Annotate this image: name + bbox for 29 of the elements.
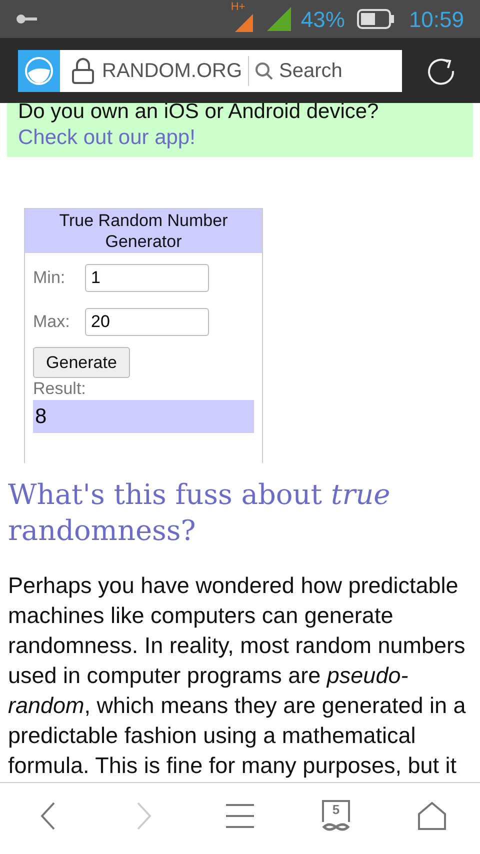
reload-icon[interactable] (426, 56, 456, 86)
menu-icon[interactable] (226, 802, 254, 828)
app-link[interactable]: Check out our app! (18, 124, 196, 152)
result-label: Result: (33, 378, 87, 400)
key-icon (16, 14, 38, 24)
network-type: H+ (230, 2, 246, 13)
lock-icon (72, 58, 94, 84)
number-field[interactable]: 20 (85, 308, 209, 336)
widget-title: True Random Number Generator (25, 209, 262, 253)
battery-percent: 43% (300, 6, 345, 34)
section-heading: What's this fuss about true randomness? (8, 477, 392, 549)
signal-icon (266, 7, 291, 31)
mask-icon (322, 822, 350, 832)
generate-button[interactable]: Generate (33, 347, 130, 378)
field-label: Min: (33, 267, 66, 290)
banner-text: Do you own an iOS or Android device? (18, 103, 380, 124)
search-icon (255, 62, 273, 80)
clock: 10:59 (408, 6, 464, 34)
site-domain: RANDOM.ORG (102, 58, 242, 84)
field-label: Max: (33, 311, 71, 334)
result-value: 8 (33, 400, 254, 433)
browser-logo-icon (24, 56, 54, 86)
body-paragraph: Perhaps you have wondered how predictable machines like computers can generate randomness. In reality, most random numbers used in computer programs are pseudo-random, which means they are generated in a predictable fashion using a mathematical formula. This is fine for many purposes, but it (8, 572, 467, 780)
search-field[interactable]: Search (279, 56, 389, 86)
home-icon[interactable] (418, 802, 446, 830)
address-bar[interactable]: RANDOM.ORG Search (18, 50, 402, 92)
number-field[interactable]: 1 (85, 264, 209, 292)
battery-icon (356, 9, 395, 29)
back-icon[interactable] (41, 802, 55, 830)
